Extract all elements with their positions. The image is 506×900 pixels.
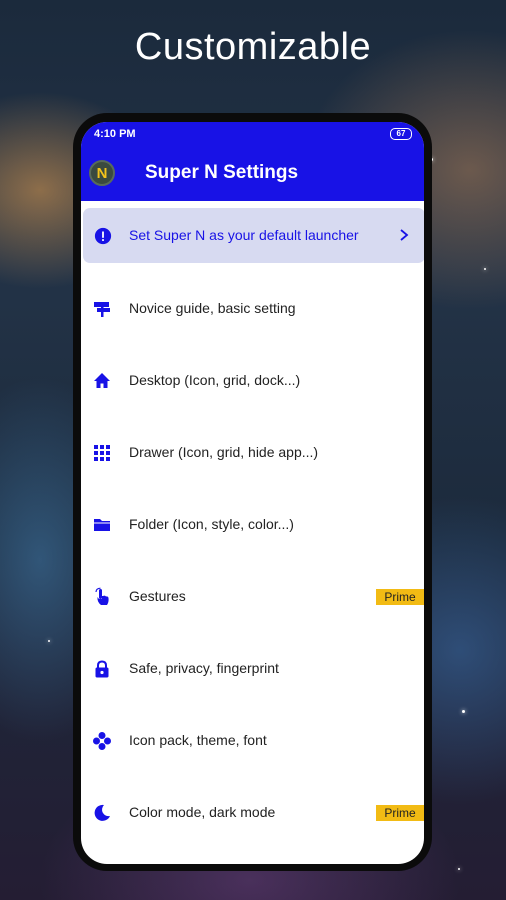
prime-badge: Prime (376, 805, 424, 821)
default-launcher-banner[interactable]: Set Super N as your default launcher (83, 208, 424, 263)
moon-icon (94, 804, 110, 821)
menu-item-drawer[interactable]: Drawer (Icon, grid, hide app...) (81, 417, 424, 489)
star (48, 640, 50, 642)
signpost-icon (94, 302, 110, 317)
menu-item-label: Icon pack, theme, font (129, 732, 267, 748)
info-icon (94, 227, 112, 245)
chevron-right-icon (400, 229, 409, 241)
home-icon (94, 373, 110, 388)
menu-item-label: Gestures (129, 588, 186, 604)
phone-screen: 4:10 PM 67 N Super N Settings Set Super … (81, 122, 424, 864)
prime-badge: Prime (376, 589, 424, 605)
banner-label: Set Super N as your default launcher (129, 227, 359, 243)
star (484, 268, 486, 270)
lock-icon (95, 660, 109, 678)
menu-item-novice-guide[interactable]: Novice guide, basic setting (81, 273, 424, 345)
menu-item-desktop[interactable]: Desktop (Icon, grid, dock...) (81, 345, 424, 417)
menu-item-folder[interactable]: Folder (Icon, style, color...) (81, 489, 424, 561)
menu-item-label: Safe, privacy, fingerprint (129, 660, 279, 676)
folder-icon (94, 519, 110, 531)
headline: Customizable (134, 26, 372, 68)
menu-item-label: Color mode, dark mode (129, 804, 276, 820)
menu-item-gestures[interactable]: Gestures Prime (81, 561, 424, 633)
battery-icon: 67 (390, 128, 412, 140)
menu-item-label: Novice guide, basic setting (129, 300, 296, 316)
status-time: 4:10 PM (94, 128, 136, 140)
app-title: Super N Settings (145, 162, 299, 183)
menu-item-label: Drawer (Icon, grid, hide app...) (129, 444, 319, 460)
app-logo-letter: N (96, 164, 108, 182)
app-logo: N (89, 160, 115, 186)
theme-icon (93, 732, 111, 750)
star (462, 710, 465, 713)
star (458, 868, 460, 870)
app-bar: 4:10 PM 67 N Super N Settings (81, 122, 424, 201)
menu-item-label: Folder (Icon, style, color...) (129, 516, 294, 532)
phone-frame: 4:10 PM 67 N Super N Settings Set Super … (73, 113, 432, 871)
grid-icon (94, 445, 110, 461)
menu-item-label: Desktop (Icon, grid, dock...) (129, 372, 301, 388)
gesture-icon (95, 587, 109, 605)
menu-item-safe-privacy[interactable]: Safe, privacy, fingerprint (81, 633, 424, 705)
menu-item-color-mode[interactable]: Color mode, dark mode Prime (81, 777, 424, 849)
menu-item-icon-pack[interactable]: Icon pack, theme, font (81, 705, 424, 777)
